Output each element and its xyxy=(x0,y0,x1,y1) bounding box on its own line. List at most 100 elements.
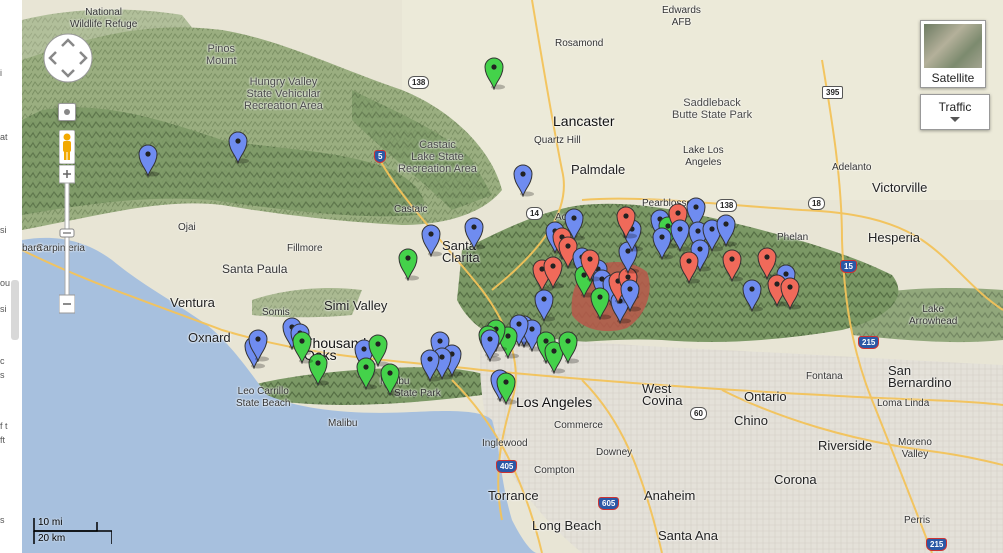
chevron-down-icon xyxy=(950,117,960,122)
red-map-marker[interactable] xyxy=(542,255,564,289)
blue-map-marker[interactable] xyxy=(463,216,485,250)
map-label: Torrance xyxy=(488,488,539,503)
traffic-label: Traffic xyxy=(938,100,972,114)
map-label: State Park xyxy=(394,388,441,399)
pegman-icon[interactable] xyxy=(58,129,76,165)
scale-km-label: 20 km xyxy=(38,533,66,544)
map-label: Pinos Mount xyxy=(206,43,237,67)
map-label: Hungry Valley State Vehicular Recreation… xyxy=(244,76,323,112)
scale-miles-label: 10 mi xyxy=(38,517,63,528)
satellite-button[interactable]: Satellite xyxy=(920,20,986,88)
left-fragment: f t xyxy=(0,421,8,431)
green-map-marker[interactable] xyxy=(483,56,505,90)
left-fragment: s xyxy=(0,370,5,380)
red-map-marker[interactable] xyxy=(579,248,601,282)
blue-map-marker[interactable] xyxy=(512,163,534,197)
pan-control[interactable] xyxy=(42,32,94,84)
green-map-marker[interactable] xyxy=(495,371,517,405)
street-view-dot[interactable] xyxy=(58,103,76,121)
left-fragment: c xyxy=(0,356,5,366)
route-395-shield: 395 xyxy=(822,86,844,99)
green-map-marker[interactable] xyxy=(291,330,313,364)
blue-map-marker[interactable] xyxy=(533,288,555,322)
map-label: Commerce xyxy=(554,420,603,431)
map-label: Moreno Valley xyxy=(898,437,932,460)
red-map-marker[interactable] xyxy=(615,205,637,239)
map-label: Santa Ana xyxy=(658,528,718,543)
traffic-button[interactable]: Traffic xyxy=(920,94,990,130)
map-label: Lancaster xyxy=(553,113,615,129)
blue-map-marker[interactable] xyxy=(227,130,249,164)
left-fragment: si xyxy=(0,225,7,235)
map-label: Fontana xyxy=(806,371,843,382)
map-label: National Wildlife Refuge xyxy=(70,7,138,30)
left-panel-strip: i at si ou si c s f t ft s xyxy=(0,0,23,553)
interstate-605-shield: 605 xyxy=(598,497,620,510)
map-label: bara xyxy=(22,243,43,254)
interstate-405-shield: 405 xyxy=(496,460,518,473)
route-138-shield: 138 xyxy=(716,199,738,212)
interstate-15-shield: 15 xyxy=(840,260,857,273)
blue-map-marker[interactable] xyxy=(619,278,641,312)
map-label: Leo Carrillo State Beach xyxy=(236,386,291,409)
panel-scrollbar[interactable] xyxy=(11,280,19,340)
map-label: Malibu xyxy=(328,418,358,429)
left-fragment: i xyxy=(0,68,2,78)
green-map-marker[interactable] xyxy=(355,356,377,390)
left-fragment: at xyxy=(0,132,8,142)
interstate-215-shield: 215 xyxy=(858,336,880,349)
blue-map-marker[interactable] xyxy=(137,143,159,177)
green-map-marker[interactable] xyxy=(557,330,579,364)
red-map-marker[interactable] xyxy=(779,276,801,310)
map-label: Castaic xyxy=(394,204,428,215)
map-label: San Bernardino xyxy=(888,363,952,390)
map-label: Ventura xyxy=(170,295,215,310)
scale-bar: 10 mi 20 km xyxy=(32,516,112,546)
green-map-marker[interactable] xyxy=(379,362,401,396)
interstate-215-shield: 215 xyxy=(926,538,948,551)
map-label: Riverside xyxy=(818,438,873,453)
map-label: Fillmore xyxy=(287,243,323,254)
map-label: Hesperia xyxy=(868,230,921,245)
map-label: Ojai xyxy=(178,222,196,233)
map-label: Chino xyxy=(734,413,768,428)
map-canvas[interactable]: National Wildlife Refuge Edwards AFB Ros… xyxy=(22,0,1003,553)
map-label: Phelan xyxy=(777,232,809,243)
map-label: Inglewood xyxy=(482,438,528,449)
red-map-marker[interactable] xyxy=(678,250,700,284)
left-fragment: s xyxy=(0,515,5,525)
map-label: Downey xyxy=(596,447,633,458)
map-label: Long Beach xyxy=(532,518,602,533)
map-label: Saddleback Butte State Park xyxy=(672,97,753,121)
map-label: Compton xyxy=(534,465,575,476)
left-fragment: si xyxy=(0,304,7,314)
satellite-label: Satellite xyxy=(931,71,975,85)
map-label: Lake Los Angeles xyxy=(683,145,724,168)
blue-map-marker[interactable] xyxy=(420,223,442,257)
satellite-thumbnail xyxy=(924,24,982,68)
map-label: Castaic Lake State Recreation Area xyxy=(398,139,477,175)
map-label: Victorville xyxy=(872,180,928,195)
route-138-shield: 138 xyxy=(408,76,430,89)
map-label: Simi Valley xyxy=(324,298,388,313)
blue-map-marker[interactable] xyxy=(741,278,763,312)
blue-map-marker[interactable] xyxy=(715,213,737,247)
map-label: West Covina xyxy=(642,381,683,408)
blue-map-marker[interactable] xyxy=(479,328,501,362)
map-label: Corona xyxy=(774,472,817,487)
map-label: Palmdale xyxy=(571,162,626,177)
zoom-slider[interactable] xyxy=(58,164,76,315)
route-14-shield: 14 xyxy=(526,207,543,220)
map-label: Perris xyxy=(904,515,931,526)
red-map-marker[interactable] xyxy=(721,248,743,282)
left-fragment: ft xyxy=(0,435,6,445)
left-fragment: ou xyxy=(0,278,11,288)
blue-map-marker[interactable] xyxy=(419,348,441,382)
green-map-marker[interactable] xyxy=(397,247,419,281)
map-label: Edwards AFB xyxy=(662,5,701,28)
blue-map-marker[interactable] xyxy=(247,328,269,362)
map-label: Adelanto xyxy=(832,162,872,173)
map-label: Oxnard xyxy=(188,330,231,345)
map-label: Santa Paula xyxy=(222,262,288,276)
route-18-shield: 18 xyxy=(808,197,825,210)
